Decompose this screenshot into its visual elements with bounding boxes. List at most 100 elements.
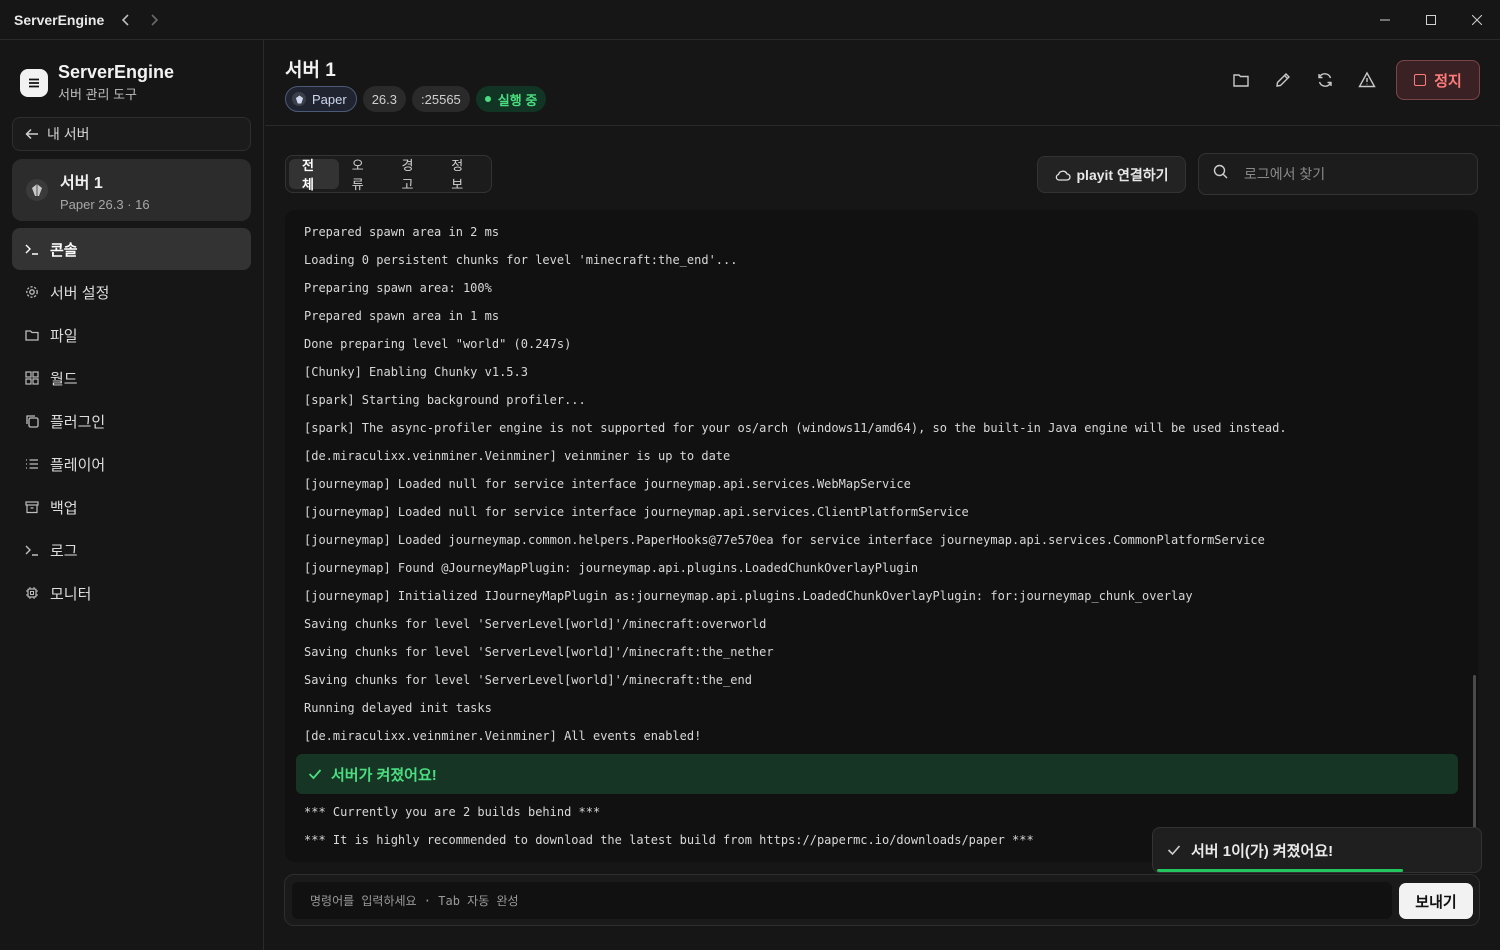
sidebar-item-label: 모니터 [50,585,92,603]
toast-message: 서버 1이(가) 켜졌어요! [1191,842,1334,860]
check-icon [308,768,322,780]
send-button[interactable]: 보내기 [1399,883,1473,919]
software-badge: Paper [285,86,357,112]
software-label: Paper [312,91,347,107]
chevron-right-icon[interactable] [146,12,162,28]
log-line: [journeymap] Loaded journeymap.common.he… [304,533,1265,547]
log-line: [journeymap] Loaded null for service int… [304,505,969,519]
gear-icon [24,284,40,300]
server-tags: Paper 26.3 :25565 실행 중 [285,86,547,112]
sidebar-item-label: 서버 설정 [50,284,110,302]
stop-label: 정지 [1434,72,1462,90]
server-avatar [26,179,48,201]
log-line: [journeymap] Found @JourneyMapPlugin: jo… [304,561,919,575]
sidebar-item-label: 플러그인 [50,413,106,431]
toast-progress-bar [1157,869,1403,872]
sidebar-item-files[interactable]: 파일 [12,314,251,356]
sidebar-item-label: 콘솔 [50,241,78,259]
status-dot [484,96,491,102]
log-line: Saving chunks for level 'ServerLevel[wor… [304,673,752,687]
log-line: [journeymap] Loaded null for service int… [304,477,911,491]
log-lines: Prepared spawn area in 2 ms Loading 0 per… [304,218,1464,750]
folder-icon[interactable] [1224,63,1258,97]
log-line: Prepared spawn area in 2 ms [304,225,500,239]
log-line: *** Currently you are 2 builds behind **… [304,805,601,819]
chevron-left-icon[interactable] [118,12,134,28]
back-label: 내 서버 [47,126,90,142]
header-actions: 정지 [1224,60,1480,100]
sidebar-item-monitor[interactable]: 모니터 [12,572,251,614]
alert-triangle-icon[interactable] [1350,63,1384,97]
archive-icon [24,499,40,515]
log-line: Loading 0 persistent chunks for level 'm… [304,253,738,267]
version-badge: 26.3 [362,86,407,112]
sidebar-item-label: 파일 [50,327,78,345]
window-controls [1362,0,1500,40]
log-line: Done preparing level "world" (0.247s) [304,337,572,351]
toast-notification: 서버 1이(가) 켜졌어요! [1152,827,1482,873]
tab-error[interactable]: 오류 [339,158,389,192]
brand-logo-icon [20,68,48,97]
close-icon[interactable] [1454,0,1500,40]
server-name: 서버 1 [60,174,103,192]
brand: ServerEngine 서버 관리 도구 [20,62,174,103]
page-header: 서버 1 Paper 26.3 :25565 실행 중 정지 [265,40,1500,126]
refresh-icon[interactable] [1308,63,1342,97]
minimize-icon[interactable] [1362,0,1408,40]
check-icon [1167,844,1181,856]
copy-icon [24,413,40,429]
list-icon [24,456,40,472]
back-to-servers-button[interactable]: 내 서버 [12,117,251,151]
sidebar-item-label: 플레이어 [50,456,106,474]
page-title: 서버 1 [285,60,336,81]
arrow-left-icon [25,127,39,141]
tab-info[interactable]: 정보 [438,158,488,192]
console-output[interactable]: Prepared spawn area in 2 ms Loading 0 per… [285,210,1478,862]
cloud-icon [1055,168,1071,182]
brand-subtitle: 서버 관리 도구 [58,87,137,102]
paper-icon [292,92,306,106]
current-server-card[interactable]: 서버 1 Paper 26.3 · 16 [12,159,251,221]
sidebar-item-label: 월드 [50,370,78,388]
log-line: [journeymap] Initialized IJourneyMapPlug… [304,589,1193,603]
log-line: [de.miraculixx.veinminer.Veinminer] vein… [304,449,731,463]
sidebar-item-plugins[interactable]: 플러그인 [12,400,251,442]
search-icon [1213,164,1228,184]
log-filter-tabs: 전체 오류 경고 정보 [285,155,492,193]
history-nav [118,12,162,28]
stop-server-button[interactable]: 정지 [1396,60,1480,100]
command-input[interactable] [292,882,1392,919]
sidebar-item-backups[interactable]: 백업 [12,486,251,528]
command-bar: 보내기 [284,874,1480,926]
pencil-icon[interactable] [1266,63,1300,97]
search-input[interactable] [1244,166,1464,182]
sidebar-item-worlds[interactable]: 월드 [12,357,251,399]
playit-label: playit 연결하기 [1076,166,1169,183]
status-label: 실행 중 [497,92,538,108]
sidebar-item-label: 로그 [50,542,78,560]
cpu-icon [24,585,40,601]
log-line: Saving chunks for level 'ServerLevel[wor… [304,645,774,659]
success-message: 서버가 켜졌어요! [331,766,437,784]
maximize-icon[interactable] [1408,0,1454,40]
tab-all[interactable]: 전체 [289,158,339,192]
port-badge: :25565 [412,86,470,112]
sidebar-item-logs[interactable]: 로그 [12,529,251,571]
log-line: Preparing spawn area: 100% [304,281,492,295]
log-line: Running delayed init tasks [304,701,492,715]
sidebar: ServerEngine 서버 관리 도구 내 서버 서버 1 Paper 26… [0,40,264,950]
playit-connect-button[interactable]: playit 연결하기 [1037,156,1186,193]
log-line: [de.miraculixx.veinminer.Veinminer] All … [304,729,702,743]
tab-warning[interactable]: 경고 [389,158,439,192]
brand-name: ServerEngine [58,62,175,82]
sidebar-item-console[interactable]: 콘솔 [12,228,251,270]
server-meta: Paper 26.3 · 16 [60,196,150,212]
sidebar-item-players[interactable]: 플레이어 [12,443,251,485]
log-line: [Chunky] Enabling Chunky v1.5.3 [304,365,528,379]
sidebar-item-label: 백업 [50,499,78,517]
sidebar-item-server-settings[interactable]: 서버 설정 [12,271,251,313]
stop-square-icon [1414,74,1427,86]
log-line: [spark] The async-profiler engine is not… [304,421,1287,435]
sidebar-menu: 콘솔 서버 설정 파일 월드 플러그인 플레이어 백업 로그 모니터 [12,228,251,615]
terminal-icon [24,241,40,257]
